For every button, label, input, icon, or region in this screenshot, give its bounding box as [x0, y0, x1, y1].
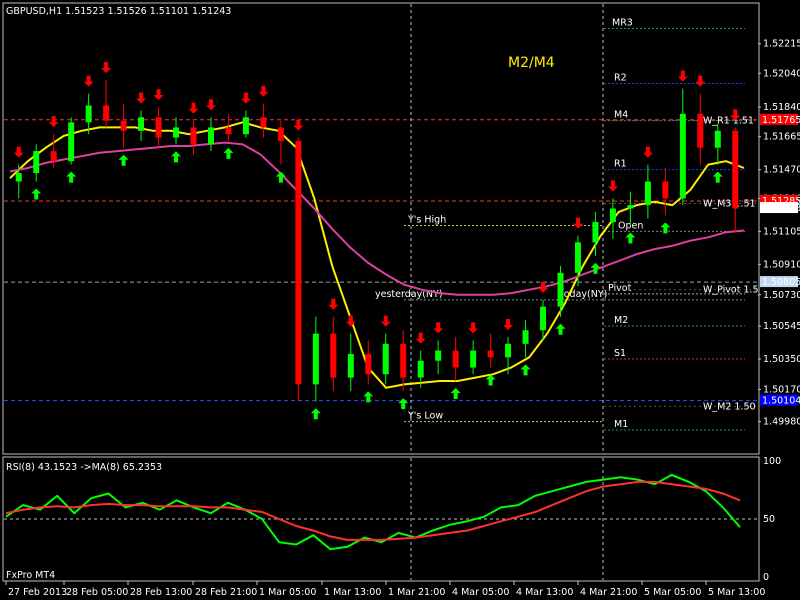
time-tick-label: 1 Mar 21:00: [388, 587, 445, 598]
candle-body: [452, 350, 459, 368]
price-tick-label: 1.49980: [763, 417, 800, 428]
candle-body: [173, 127, 180, 138]
overlay-label: M2/M4: [508, 55, 555, 71]
weekly-level-label: W_Pivot 1.5: [703, 285, 759, 296]
candle-body: [312, 333, 319, 385]
candle-body: [155, 117, 162, 138]
price-tick-label: 1.50170: [763, 384, 800, 395]
price-tick-label: 1.52040: [763, 68, 800, 79]
candle-body: [103, 105, 110, 121]
time-tick-label: 27 Feb 2013: [8, 587, 67, 598]
candle-body: [85, 105, 92, 123]
level-label: M4: [614, 110, 628, 121]
candle-body: [679, 113, 686, 199]
candle-body: [365, 353, 372, 375]
symbol-header: GBPUSD,H1 1.51523 1.51526 1.51101 1.5124…: [6, 6, 231, 17]
price-tag-label: 1.51243: [762, 203, 800, 214]
trading-chart[interactable]: MR3R2M4R1OpenPivotM2S1M1Y's HighY's Lowy…: [0, 0, 800, 600]
weekly-level-label: W_M3 1.51: [703, 198, 756, 209]
candle-body: [714, 130, 721, 148]
price-tick-label: 1.51105: [763, 226, 800, 237]
candle-body: [68, 122, 75, 162]
candle-body: [120, 120, 127, 131]
candle-body: [487, 350, 494, 358]
price-tick-label: 1.50730: [763, 290, 800, 301]
price-tick-label: 1.51840: [763, 102, 800, 113]
candle-body: [138, 117, 145, 131]
level-label: yesterday(NY): [375, 289, 443, 300]
candle-body: [662, 181, 669, 199]
candle-body: [732, 130, 739, 209]
candle-body: [609, 208, 616, 223]
candle-body: [260, 117, 267, 128]
time-tick-label: 1 Mar 05:00: [259, 587, 316, 598]
candle-body: [50, 151, 57, 162]
time-tick-label: 4 Mar 13:00: [516, 587, 573, 598]
weekly-level-label: W_M2 1.50: [703, 401, 756, 412]
time-tick-label: 4 Mar 21:00: [580, 587, 637, 598]
candle-body: [627, 205, 634, 209]
candle-body: [470, 350, 477, 368]
price-tick-label: 1.51665: [763, 132, 800, 143]
candle-body: [400, 343, 407, 378]
weekly-level-label: W_R1 1.51: [703, 116, 754, 127]
price-tag-label: 1.50805: [762, 277, 800, 288]
candle-body: [225, 127, 232, 135]
level-label: M2: [614, 315, 628, 326]
candle-body: [522, 330, 529, 344]
level-label: R1: [614, 159, 627, 170]
candle-body: [505, 343, 512, 358]
time-tick-label: 28 Feb 05:00: [66, 587, 128, 598]
rsi-header: RSI(8) 43.1523 ->MA(8) 65.2353: [6, 462, 162, 473]
candle-body: [242, 117, 249, 135]
time-tick-label: 28 Feb 21:00: [195, 587, 257, 598]
time-tick-label: 4 Mar 05:00: [452, 587, 509, 598]
price-tick-label: 1.50545: [763, 321, 800, 332]
broker-footer: FxPro MT4: [6, 570, 55, 581]
price-tag-label: 1.51765: [762, 115, 800, 126]
candle-body: [557, 272, 564, 307]
level-label: M1: [614, 419, 628, 430]
level-label: Y's High: [407, 214, 446, 225]
rsi-tick-label: 100: [763, 456, 781, 467]
rsi-tick-label: 50: [763, 514, 775, 525]
candle-body: [574, 242, 581, 273]
price-tick-label: 1.52215: [763, 39, 800, 50]
candle-body: [435, 350, 442, 361]
candle-body: [207, 127, 214, 145]
price-tick-label: 1.50910: [763, 259, 800, 270]
candle-body: [697, 113, 704, 148]
candle-body: [347, 353, 354, 378]
candle-body: [592, 222, 599, 243]
price-tick-label: 1.51470: [763, 165, 800, 176]
level-label: Y's Low: [407, 411, 443, 422]
candle-body: [295, 140, 302, 385]
candle-body: [15, 173, 22, 182]
time-tick-label: 28 Feb 13:00: [130, 587, 192, 598]
time-tick-label: 5 Mar 13:00: [708, 587, 765, 598]
price-tag-label: 1.50104: [762, 396, 800, 407]
candle-body: [382, 343, 389, 375]
candle-body: [330, 333, 337, 378]
candle-body: [644, 181, 651, 206]
candle-body: [417, 360, 424, 378]
rsi-tick-label: 0: [763, 572, 769, 583]
price-tick-label: 1.50350: [763, 354, 800, 365]
candle-body: [33, 151, 40, 174]
candle-body: [540, 306, 547, 331]
level-label: R2: [614, 72, 627, 83]
candle-body: [190, 127, 197, 145]
time-tick-label: 1 Mar 13:00: [324, 587, 381, 598]
level-label: S1: [614, 348, 626, 359]
candle-body: [277, 127, 284, 141]
level-label: MR3: [612, 18, 633, 29]
time-tick-label: 5 Mar 05:00: [644, 587, 701, 598]
level-label: Pivot: [608, 283, 632, 294]
